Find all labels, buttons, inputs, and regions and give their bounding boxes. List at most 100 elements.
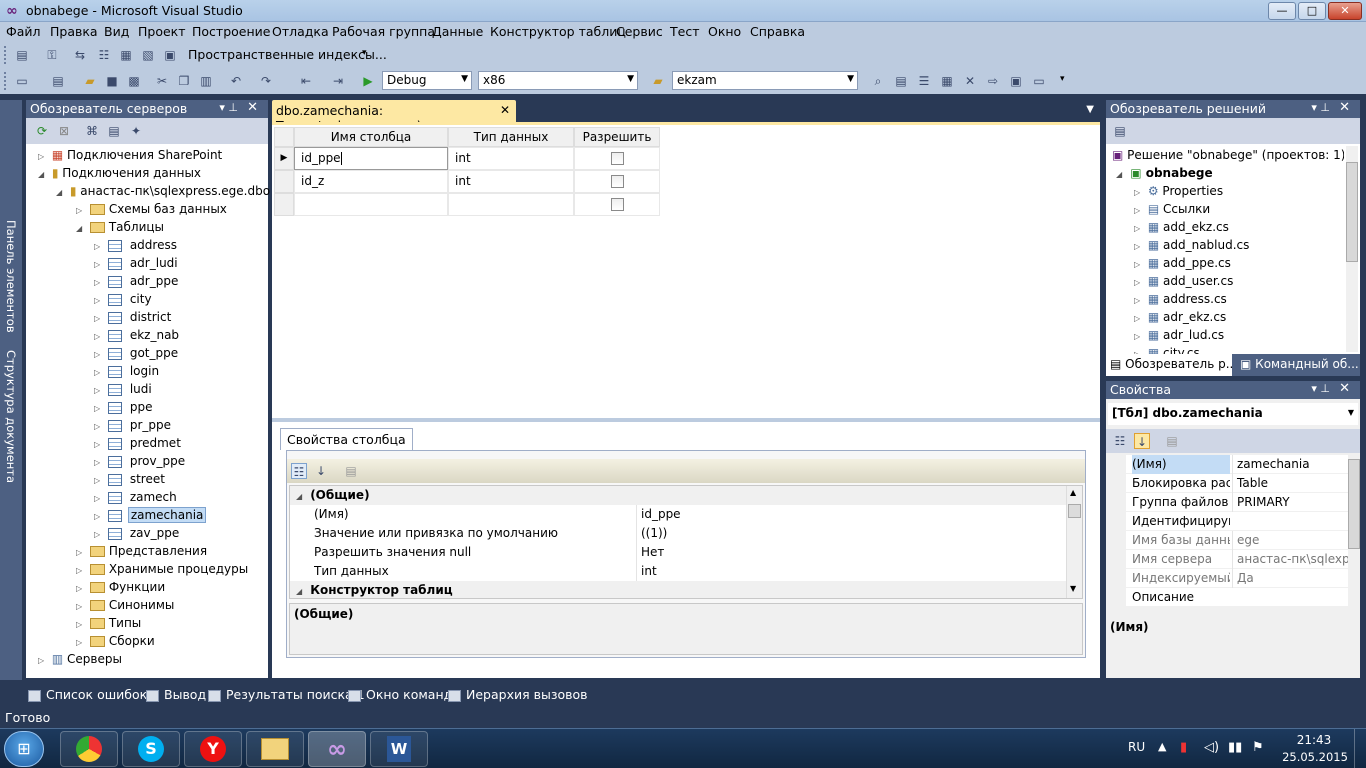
dropdown-icon[interactable]: ▾ ⊥	[1311, 101, 1330, 114]
language-indicator[interactable]: RU	[1128, 740, 1145, 754]
taskbar-explorer[interactable]	[246, 731, 304, 767]
solution-node[interactable]: ▣ Решение "obnabege" (проектов: 1)	[1112, 146, 1344, 165]
tab-column-properties[interactable]: Свойства столбца	[280, 428, 413, 450]
solution-item[interactable]: ▷ ▦ city.cs	[1134, 344, 1200, 354]
solution-item[interactable]: ▷ ▤ Ссылки	[1134, 200, 1210, 219]
solution-item[interactable]: ▷ ▦ address.cs	[1134, 290, 1227, 309]
property-row[interactable]: (Имя) zamechania	[1106, 455, 1348, 474]
cell-data-type[interactable]	[448, 193, 574, 216]
tree-item-procedures[interactable]: ▷ Хранимые процедуры	[76, 560, 248, 578]
close-icon[interactable]: ✕	[1339, 100, 1350, 115]
tab-designer[interactable]: dbo.zamechania: Та...пк\sqlexpress.ege) …	[272, 100, 516, 133]
solution-item[interactable]: ▷ ▦ add_user.cs	[1134, 272, 1233, 291]
open-file-icon[interactable]: ▰	[82, 73, 98, 89]
solution-item[interactable]: ▷ ⚙ Properties	[1134, 182, 1223, 201]
project-node[interactable]: ◢ ▣ obnabege	[1116, 164, 1213, 183]
row-selector[interactable]	[274, 193, 294, 216]
tab-call-hierarchy[interactable]: Иерархия вызовов	[448, 685, 588, 705]
cell-column-name[interactable]: id_z	[294, 170, 448, 193]
allow-nulls-checkbox[interactable]	[611, 198, 624, 211]
property-row[interactable]: Группа файлов TePRIMARY	[1106, 493, 1348, 512]
property-row[interactable]: Имя базы данныхege	[1106, 531, 1348, 550]
header-column-name[interactable]: Имя столбца	[294, 127, 448, 147]
relationships-icon[interactable]: ⇆	[72, 47, 88, 63]
start-page-icon[interactable]: ⇨	[985, 73, 1001, 89]
scroll-thumb[interactable]	[1068, 504, 1081, 518]
stop-icon[interactable]: ⊠	[56, 123, 72, 139]
tree-item-table[interactable]: ▷ predmet	[94, 434, 183, 452]
toolbar-overflow-icon[interactable]: ▾	[362, 48, 367, 58]
show-desktop-button[interactable]	[1354, 729, 1366, 768]
property-pages-icon[interactable]: ▤	[343, 463, 359, 479]
allow-nulls-checkbox[interactable]	[611, 175, 624, 188]
cut-icon[interactable]: ✂	[154, 73, 170, 89]
solution-scrollbar[interactable]	[1346, 146, 1358, 352]
save-icon[interactable]: ■	[104, 73, 120, 89]
redo-icon[interactable]: ↷	[258, 73, 274, 89]
tab-command-window[interactable]: ▣ Командный об...	[1236, 354, 1360, 376]
cell-column-name[interactable]: id_ppe	[294, 147, 448, 170]
tree-item-views[interactable]: ▷ Представления	[76, 542, 207, 560]
tree-item-table[interactable]: ▷ adr_ludi	[94, 254, 180, 272]
action-center-icon[interactable]: ⚑	[1252, 740, 1264, 755]
column-property-row[interactable]: Тип данных int	[290, 562, 1066, 581]
property-row[interactable]: Блокировка распиTable	[1106, 474, 1348, 493]
tree-item-table[interactable]: ▷ zav_ppe	[94, 524, 181, 542]
toolbar-grip[interactable]	[4, 46, 8, 64]
cell-data-type[interactable]: int	[448, 170, 574, 193]
navigate-backward-icon[interactable]: ⇤	[298, 73, 314, 89]
property-row[interactable]: Идентифицирую	[1106, 512, 1348, 531]
menu-window[interactable]: Окно	[708, 24, 741, 39]
tree-item-db-diagrams[interactable]: ▷ Схемы баз данных	[76, 200, 227, 218]
tree-item-table[interactable]: ▷ ppe	[94, 398, 154, 416]
tree-item-functions[interactable]: ▷ Функции	[76, 578, 165, 596]
allow-nulls-checkbox[interactable]	[611, 152, 624, 165]
clock-time[interactable]: 21:43	[1290, 733, 1338, 747]
close-icon[interactable]: ✕	[1339, 381, 1350, 396]
property-value[interactable]: ((1))	[636, 524, 1066, 543]
maximize-button[interactable]: □	[1298, 2, 1326, 20]
tree-item-table[interactable]: ▷ zamechania	[94, 506, 207, 524]
network-icon[interactable]: ▮▮	[1228, 740, 1242, 755]
close-button[interactable]: ✕	[1328, 2, 1362, 20]
properties-window-icon[interactable]: ☰	[916, 73, 932, 89]
menu-file[interactable]: Файл	[6, 24, 41, 39]
property-value[interactable]: int	[636, 562, 1066, 581]
check-constraint-icon[interactable]: ▧	[140, 47, 156, 63]
tree-item-types[interactable]: ▷ Типы	[76, 614, 141, 632]
taskbar-word[interactable]: W	[370, 731, 428, 767]
dropdown-icon[interactable]: ▾ ⊥	[1311, 382, 1330, 395]
tree-item-table[interactable]: ▷ street	[94, 470, 167, 488]
start-button[interactable]: ⊞	[4, 731, 44, 767]
xml-index-icon[interactable]: ▦	[118, 47, 134, 63]
volume-icon[interactable]: ◁)	[1204, 740, 1219, 755]
menu-project[interactable]: Проект	[138, 24, 186, 39]
tab-solution-explorer[interactable]: ▤ Обозреватель р...	[1106, 354, 1232, 376]
sharepoint-connect-icon[interactable]: ✦	[128, 123, 144, 139]
tab-error-list[interactable]: Список ошибок	[28, 685, 147, 705]
copy-icon[interactable]: ❐	[176, 73, 192, 89]
category-general[interactable]: ◢ (Общие)	[290, 486, 1066, 505]
property-value[interactable]: zamechania	[1232, 455, 1360, 474]
alphabetical-icon[interactable]: ↓	[1134, 433, 1150, 449]
connect-server-icon[interactable]: ▤	[106, 123, 122, 139]
property-value[interactable]: Table	[1232, 474, 1360, 493]
tree-item-table[interactable]: ▷ district	[94, 308, 173, 326]
document-outline-tab[interactable]: Структура документа	[4, 336, 18, 483]
toolbar-grip[interactable]	[4, 72, 8, 90]
tree-item-table[interactable]: ▷ adr_ppe	[94, 272, 180, 290]
solution-item[interactable]: ▷ ▦ adr_lud.cs	[1134, 326, 1224, 345]
menu-build[interactable]: Построение	[192, 24, 270, 39]
object-browser-icon[interactable]: ▦	[939, 73, 955, 89]
new-project-icon[interactable]: ▭	[14, 73, 30, 89]
tab-command-window[interactable]: Окно команд	[348, 685, 452, 705]
toolbar-overflow-icon[interactable]: ▾	[1060, 74, 1065, 84]
extension-manager-icon[interactable]: ▣	[1008, 73, 1024, 89]
tree-item-tables[interactable]: ◢ Таблицы	[76, 218, 164, 236]
property-value[interactable]: Нет	[636, 543, 1066, 562]
undo-icon[interactable]: ↶	[228, 73, 244, 89]
tree-item-servers[interactable]: ▷ ▥ Серверы	[38, 650, 122, 668]
solution-item[interactable]: ▷ ▦ add_ppe.cs	[1134, 254, 1231, 273]
tree-item-table[interactable]: ▷ got_ppe	[94, 344, 180, 362]
tree-item-data-connections[interactable]: ◢ ▮ Подключения данных	[38, 164, 201, 182]
